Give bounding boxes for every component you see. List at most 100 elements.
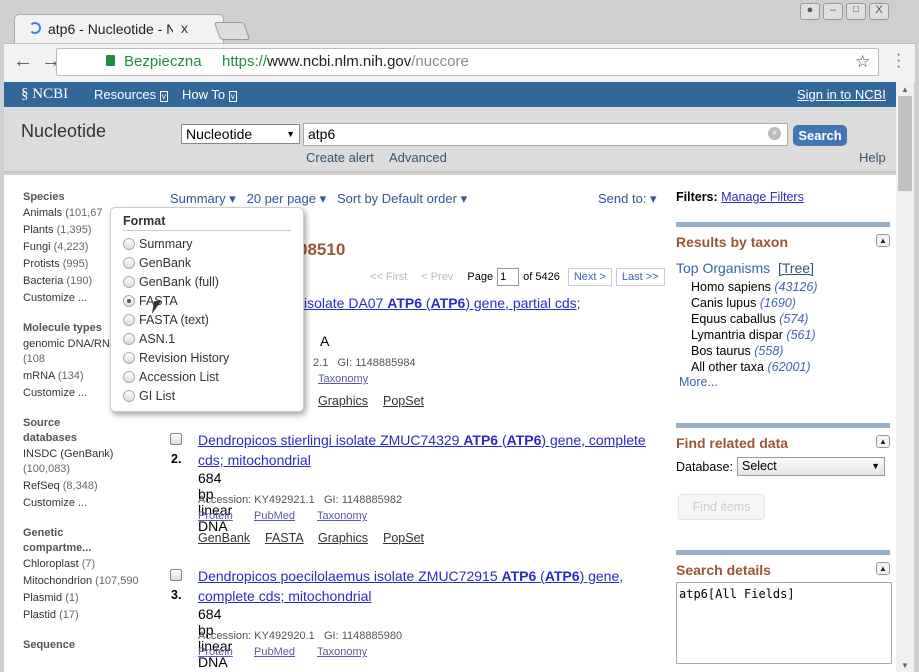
help-link[interactable]: Help <box>859 150 886 165</box>
format-option[interactable]: Accession List <box>111 367 303 386</box>
close-window-button[interactable]: X <box>869 3 889 20</box>
vertical-scrollbar[interactable]: ▲ ▼ <box>896 82 914 672</box>
format-link[interactable]: Graphics <box>318 394 368 408</box>
organism-item[interactable]: Canis lupus (1690) <box>691 295 892 311</box>
radio-button[interactable] <box>123 275 135 288</box>
sidebar-filter-item[interactable]: RefSeq (8,348) <box>23 478 148 495</box>
result-link[interactable]: Taxonomy <box>318 373 368 385</box>
profile-icon[interactable]: ● <box>800 3 820 20</box>
radio-button[interactable] <box>123 294 135 307</box>
sidebar-filter-item[interactable]: Customize ... <box>23 495 148 512</box>
advanced-link[interactable]: Advanced <box>389 150 447 165</box>
minimize-button[interactable]: – <box>823 3 843 20</box>
tree-link[interactable]: [Tree] <box>778 260 814 276</box>
find-items-button[interactable]: Find items <box>678 494 765 520</box>
prev-page-link[interactable]: < Prev <box>421 271 453 283</box>
result-checkbox[interactable] <box>170 569 182 581</box>
radio-button[interactable] <box>123 256 135 269</box>
result-number: 3. <box>171 588 182 602</box>
manage-filters-link[interactable]: Manage Filters <box>721 190 804 204</box>
scroll-down-icon: ▼ <box>901 661 909 670</box>
organism-item[interactable]: Lymantria dispar (561) <box>691 327 892 343</box>
sidebar-filter-item[interactable]: genomic DNA/RNA (108 <box>23 337 118 367</box>
sidebar-filter-item[interactable]: Mitochondrion (107,590 <box>23 573 148 590</box>
last-page-button[interactable]: Last >> <box>615 268 665 286</box>
bookmark-star-icon[interactable]: ☆ <box>855 52 870 72</box>
format-link[interactable]: PopSet <box>383 394 424 408</box>
resources-menu[interactable]: Resources v <box>94 87 168 102</box>
result-link[interactable]: PubMed <box>254 510 295 522</box>
format-option[interactable]: Summary <box>111 234 303 253</box>
format-option-label: Revision History <box>139 350 230 365</box>
collapse-icon[interactable]: ▲ <box>876 562 890 575</box>
url-text[interactable]: https://www.ncbi.nlm.nih.gov/nuccore <box>222 53 469 70</box>
page-input[interactable]: 1 <box>497 268 520 286</box>
howto-menu[interactable]: How To v <box>182 87 237 102</box>
format-link[interactable]: Graphics <box>318 531 368 545</box>
radio-button[interactable] <box>123 351 135 364</box>
format-link[interactable]: PopSet <box>383 531 424 545</box>
tab-close-icon[interactable]: x <box>181 20 188 36</box>
format-option[interactable]: FASTA <box>111 291 303 310</box>
result-link[interactable]: Protein <box>198 646 233 658</box>
right-column: Filters: Manage Filters Results by taxon… <box>676 190 892 664</box>
result-link[interactable]: Taxonomy <box>317 646 367 658</box>
sort-dropdown[interactable]: Sort by Default order ▾ <box>337 191 467 206</box>
result-title-link[interactable]: Dendropicos stierlingi isolate ZMUC74329… <box>198 430 646 470</box>
result-title-link[interactable]: tii isolate DA07 ATP6 (ATP6) gene, parti… <box>290 293 581 313</box>
search-details-textarea[interactable]: atp6[All Fields] <box>676 582 892 664</box>
result-number: 2. <box>171 452 182 466</box>
radio-button[interactable] <box>123 313 135 326</box>
create-alert-link[interactable]: Create alert <box>306 150 374 165</box>
result-link[interactable]: Taxonomy <box>317 510 367 522</box>
send-to-dropdown[interactable]: Send to: ▾ <box>598 191 657 207</box>
maximize-button[interactable]: □ <box>846 3 866 20</box>
more-link[interactable]: More... <box>679 375 892 389</box>
summary-dropdown[interactable]: Summary ▾ <box>170 191 236 206</box>
format-option[interactable]: GI List <box>111 386 303 405</box>
collapse-icon[interactable]: ▲ <box>876 435 890 448</box>
sidebar-filter-item[interactable]: Chloroplast (7) <box>23 556 148 573</box>
radio-button[interactable] <box>123 237 135 250</box>
organism-item[interactable]: Equus caballus (574) <box>691 311 892 327</box>
sign-in-link[interactable]: Sign in to NCBI <box>797 87 886 102</box>
search-button[interactable]: Search <box>793 125 847 146</box>
scroll-thumb[interactable] <box>898 96 912 191</box>
sidebar-filter-item[interactable]: Plastid (17) <box>23 607 148 624</box>
format-option[interactable]: Revision History <box>111 348 303 367</box>
format-option[interactable]: GenBank <box>111 253 303 272</box>
clear-icon[interactable]: × <box>768 127 781 140</box>
radio-button[interactable] <box>123 332 135 345</box>
next-page-button[interactable]: Next > <box>567 268 612 286</box>
ncbi-logo[interactable]: § NCBI <box>21 86 68 103</box>
radio-button[interactable] <box>123 389 135 402</box>
format-option[interactable]: FASTA (text) <box>111 310 303 329</box>
result-link[interactable]: PubMed <box>254 646 295 658</box>
scroll-up-icon: ▲ <box>901 85 909 94</box>
result-link[interactable]: Protein <box>198 510 233 522</box>
sidebar-filter-item[interactable]: INSDC (GenBank) (100,083) <box>23 447 123 477</box>
search-input[interactable]: atp6 × <box>303 123 788 146</box>
format-link[interactable]: FASTA <box>265 531 304 545</box>
organism-name: All other taxa <box>691 360 764 374</box>
result-title-link[interactable]: Dendropicos poecilolaemus isolate ZMUC72… <box>198 566 623 606</box>
database-select[interactable]: Nucleotide ▼ <box>181 124 300 144</box>
first-page-link[interactable]: << First <box>370 271 407 283</box>
related-database-select[interactable]: Select ▼ <box>736 457 885 476</box>
organism-item[interactable]: All other taxa (62001) <box>691 359 892 375</box>
collapse-icon[interactable]: ▲ <box>876 234 890 247</box>
menu-kebab-icon[interactable]: · · · <box>896 47 901 75</box>
new-tab-button[interactable] <box>213 22 251 40</box>
format-option-label: Accession List <box>139 369 219 384</box>
radio-button[interactable] <box>123 370 135 383</box>
per-page-dropdown[interactable]: 20 per page ▾ <box>247 191 327 206</box>
back-icon[interactable]: ← <box>13 50 33 73</box>
filter-count: (101,67 <box>65 207 103 219</box>
organism-item[interactable]: Homo sapiens (43126) <box>691 279 892 295</box>
sidebar-filter-item[interactable]: Plasmid (1) <box>23 590 148 607</box>
organism-item[interactable]: Bos taurus (558) <box>691 343 892 359</box>
result-checkbox[interactable] <box>170 433 182 445</box>
format-option[interactable]: ASN.1 <box>111 329 303 348</box>
format-option[interactable]: GenBank (full) <box>111 272 303 291</box>
format-link[interactable]: GenBank <box>198 531 250 545</box>
